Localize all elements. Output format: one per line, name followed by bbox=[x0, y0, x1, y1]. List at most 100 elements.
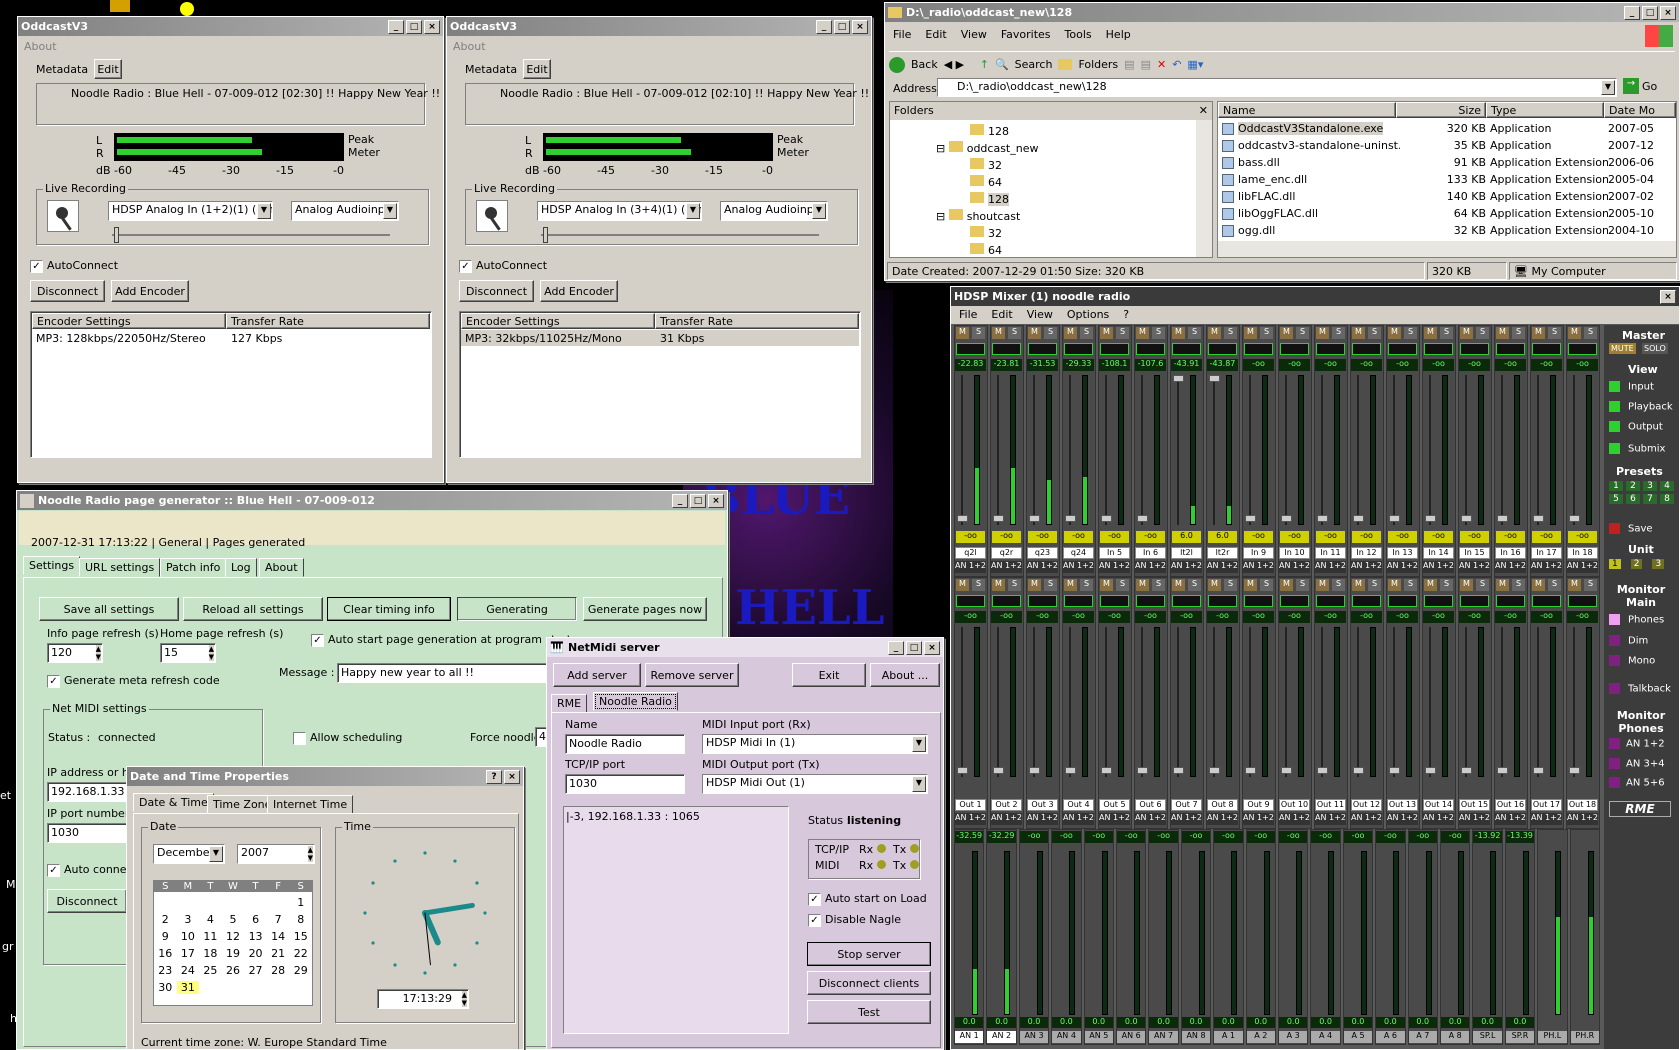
solo-button[interactable]: S bbox=[1332, 579, 1345, 591]
remove-server-button[interactable]: Remove server bbox=[645, 663, 739, 687]
mute-button[interactable]: M bbox=[956, 579, 969, 591]
unit-2[interactable]: 2 bbox=[1630, 559, 1643, 569]
col-transfer-rate[interactable]: Transfer Rate bbox=[655, 313, 859, 329]
mute-button[interactable]: M bbox=[1172, 579, 1185, 591]
col-name[interactable]: Name bbox=[1218, 102, 1396, 118]
dropdown-arrow-icon[interactable]: ▼ bbox=[686, 203, 700, 219]
fader-knob[interactable] bbox=[1389, 767, 1400, 774]
solo-button[interactable]: S bbox=[1260, 579, 1273, 591]
output-fader[interactable] bbox=[1296, 851, 1302, 1015]
route-select[interactable]: AN 1+2 bbox=[1279, 813, 1310, 825]
mute-button[interactable]: M bbox=[1136, 579, 1149, 591]
fader-knob[interactable] bbox=[1065, 515, 1076, 522]
channel-fader[interactable] bbox=[1406, 627, 1412, 777]
auto-start-checkbox[interactable]: ✓ Auto start page generation at program s… bbox=[311, 633, 585, 647]
channel-fader[interactable] bbox=[1046, 375, 1052, 525]
channel-fader[interactable] bbox=[974, 375, 980, 525]
file-row[interactable]: lame_enc.dll 133 KB Application Extension 2… bbox=[1218, 171, 1676, 188]
fader-knob[interactable] bbox=[1209, 767, 1220, 774]
title-bar[interactable]: 🎹 NetMidi server _ □ × bbox=[547, 638, 943, 657]
mute-button[interactable]: M bbox=[1100, 327, 1113, 339]
calendar-day[interactable]: 26 bbox=[222, 964, 245, 977]
channel-fader[interactable] bbox=[1010, 375, 1016, 525]
solo-button[interactable]: S bbox=[1296, 579, 1309, 591]
route-select[interactable]: AN 1+2 bbox=[1063, 813, 1094, 825]
mute-button[interactable]: M bbox=[1460, 579, 1473, 591]
dropdown-arrow-icon[interactable]: ▼ bbox=[912, 736, 926, 752]
mute-button[interactable]: M bbox=[1064, 327, 1077, 339]
route-select[interactable]: AN 1+2 bbox=[1567, 813, 1598, 825]
col-encoder-settings[interactable]: Encoder Settings bbox=[32, 313, 226, 329]
route-select[interactable]: AN 1+2 bbox=[1387, 813, 1418, 825]
calendar-day[interactable]: 27 bbox=[244, 964, 267, 977]
fader-knob[interactable] bbox=[1209, 375, 1220, 382]
calendar-day[interactable]: 8 bbox=[289, 913, 312, 926]
generate-pages-now-button[interactable]: Generate pages now bbox=[583, 597, 707, 621]
channel-fader[interactable] bbox=[1082, 627, 1088, 777]
auto-start-checkbox[interactable]: ✓ Auto start on Load bbox=[808, 892, 927, 906]
dropdown-arrow-icon[interactable]: ▼ bbox=[812, 203, 826, 219]
mute-button[interactable]: M bbox=[1496, 579, 1509, 591]
move-to-icon[interactable]: ▤ bbox=[1124, 58, 1134, 71]
channel-fader[interactable] bbox=[1370, 375, 1376, 525]
close-button[interactable]: × bbox=[708, 493, 724, 508]
channel-fader[interactable] bbox=[1550, 627, 1556, 777]
tab-date-time[interactable]: Date & Time bbox=[133, 793, 214, 812]
calendar-day[interactable]: 30 bbox=[154, 981, 177, 994]
channel-fader[interactable] bbox=[1190, 627, 1196, 777]
col-encoder-settings[interactable]: Encoder Settings bbox=[461, 313, 655, 329]
about-button[interactable]: About ... bbox=[870, 663, 940, 687]
solo-button[interactable]: S bbox=[1224, 579, 1237, 591]
output-fader[interactable] bbox=[1360, 851, 1367, 1015]
calendar-day[interactable]: 10 bbox=[177, 930, 200, 943]
output-fader[interactable] bbox=[1328, 851, 1335, 1015]
route-select[interactable]: AN 1+2 bbox=[1387, 561, 1418, 573]
route-select[interactable]: AN 1+2 bbox=[1243, 561, 1274, 573]
channel-fader[interactable] bbox=[1226, 375, 1232, 525]
mute-button[interactable]: M bbox=[956, 327, 969, 339]
mute-button[interactable]: M bbox=[1316, 327, 1329, 339]
name-input[interactable]: Noodle Radio bbox=[565, 734, 685, 754]
output-fader[interactable] bbox=[1166, 851, 1173, 1015]
mute-button[interactable]: M bbox=[1208, 579, 1221, 591]
solo-button[interactable]: S bbox=[1584, 327, 1597, 339]
close-button[interactable]: × bbox=[852, 19, 868, 34]
fader-knob[interactable] bbox=[1029, 767, 1040, 774]
mute-button[interactable]: M bbox=[1100, 579, 1113, 591]
channel-fader[interactable] bbox=[1442, 627, 1448, 777]
calendar-day[interactable]: 28 bbox=[267, 964, 290, 977]
mute-button[interactable]: M bbox=[1352, 327, 1365, 339]
output-fader[interactable] bbox=[1425, 851, 1432, 1015]
title-bar[interactable]: OddcastV3 _ □ × bbox=[447, 17, 871, 36]
unit-1[interactable]: 1 bbox=[1609, 559, 1621, 569]
fader-knob[interactable] bbox=[1425, 515, 1436, 522]
close-button[interactable]: × bbox=[424, 19, 440, 34]
autoconnect-checkbox[interactable]: ✓ AutoConnect bbox=[459, 259, 547, 273]
disconnect-button[interactable]: Disconnect bbox=[30, 280, 105, 302]
route-select[interactable]: AN 1+2 bbox=[1495, 813, 1526, 825]
save-all-settings-button[interactable]: Save all settings bbox=[39, 597, 179, 621]
fader-knob[interactable] bbox=[1497, 515, 1508, 522]
col-transfer-rate[interactable]: Transfer Rate bbox=[226, 313, 430, 329]
output-fader[interactable] bbox=[1036, 851, 1043, 1015]
tab-settings[interactable]: Settings bbox=[23, 556, 81, 575]
mute-button[interactable]: M bbox=[1568, 579, 1581, 591]
calendar-day[interactable]: 18 bbox=[199, 947, 222, 960]
route-select[interactable]: AN 1+2 bbox=[1099, 813, 1130, 825]
calendar-day[interactable]: 1 bbox=[289, 896, 312, 909]
disconnect-button[interactable]: Disconnect bbox=[459, 280, 534, 302]
autoconnect-checkbox[interactable]: ✓ AutoConnect bbox=[30, 259, 118, 273]
output-fader[interactable] bbox=[1522, 851, 1529, 1015]
channel-fader[interactable] bbox=[1154, 627, 1160, 777]
add-encoder-button[interactable]: Add Encoder bbox=[111, 280, 189, 302]
route-select[interactable]: AN 1+2 bbox=[1351, 561, 1382, 573]
calendar-day[interactable]: 25 bbox=[199, 964, 222, 977]
fader-knob[interactable] bbox=[1101, 515, 1112, 522]
mute-button[interactable]: M bbox=[1460, 327, 1473, 339]
output-fader[interactable] bbox=[1490, 851, 1497, 1015]
route-select[interactable]: AN 1+2 bbox=[1531, 813, 1562, 825]
fader-knob[interactable] bbox=[1281, 515, 1292, 522]
solo-button[interactable]: S bbox=[1440, 579, 1453, 591]
forward-icon[interactable]: ◀ ▶ bbox=[944, 58, 974, 71]
exit-button[interactable]: Exit bbox=[792, 663, 866, 687]
